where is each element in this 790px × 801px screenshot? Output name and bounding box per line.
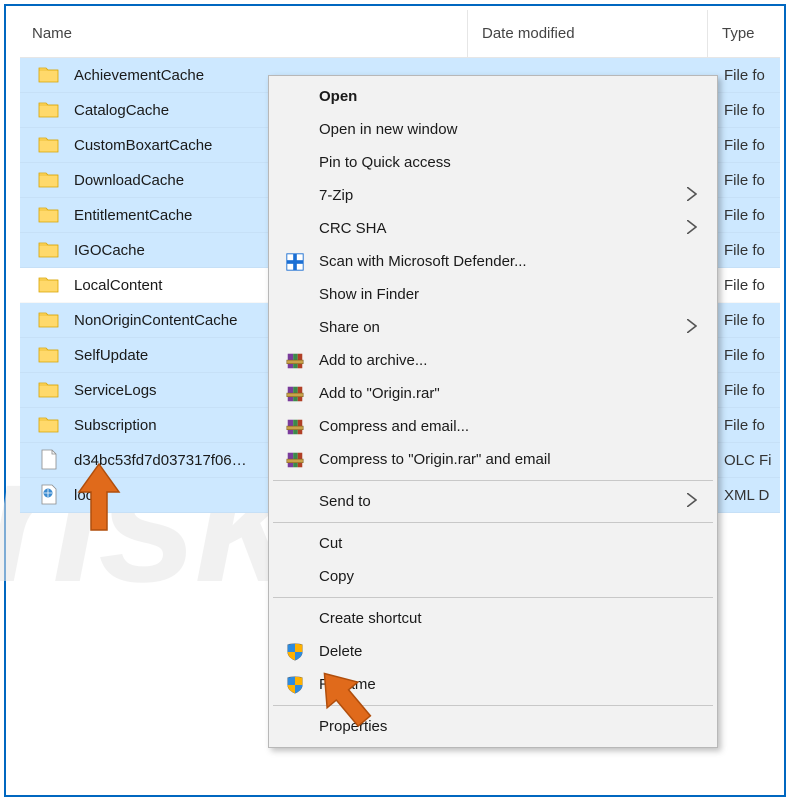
menu-item-label: 7-Zip bbox=[319, 187, 715, 204]
blank-icon bbox=[283, 715, 307, 739]
file-type: File fo bbox=[710, 242, 780, 259]
menu-item-label: Create shortcut bbox=[319, 610, 715, 627]
folder-icon bbox=[38, 64, 60, 86]
folder-icon bbox=[38, 309, 60, 331]
menu-item[interactable]: 7-Zip bbox=[271, 179, 715, 212]
folder-icon bbox=[38, 134, 60, 156]
column-header-row: Name Date modified Type bbox=[20, 10, 780, 58]
file-type: File fo bbox=[710, 102, 780, 119]
file-type: File fo bbox=[710, 207, 780, 224]
menu-item[interactable]: Delete bbox=[271, 635, 715, 668]
blank-icon bbox=[283, 565, 307, 589]
xml-icon bbox=[38, 484, 60, 506]
file-type: File fo bbox=[710, 172, 780, 189]
blank-icon bbox=[283, 217, 307, 241]
menu-item[interactable]: Pin to Quick access bbox=[271, 146, 715, 179]
menu-item[interactable]: Send to bbox=[271, 485, 715, 518]
folder-icon bbox=[38, 204, 60, 226]
file-type: File fo bbox=[710, 277, 780, 294]
menu-item[interactable]: Share on bbox=[271, 311, 715, 344]
chevron-right-icon bbox=[687, 319, 697, 337]
menu-item[interactable]: Compress to "Origin.rar" and email bbox=[271, 443, 715, 476]
menu-item[interactable]: Compress and email... bbox=[271, 410, 715, 443]
blank-icon bbox=[283, 184, 307, 208]
winrar-icon bbox=[283, 415, 307, 439]
menu-item-label: Add to archive... bbox=[319, 352, 715, 369]
folder-icon bbox=[38, 99, 60, 121]
shield-blue-icon bbox=[283, 250, 307, 274]
blank-icon bbox=[283, 607, 307, 631]
file-type: XML D bbox=[710, 487, 780, 504]
menu-item[interactable]: Scan with Microsoft Defender... bbox=[271, 245, 715, 278]
blank-icon bbox=[283, 85, 307, 109]
menu-separator bbox=[273, 705, 713, 706]
blank-icon bbox=[283, 316, 307, 340]
folder-icon bbox=[38, 239, 60, 261]
menu-separator bbox=[273, 597, 713, 598]
menu-item-label: Cut bbox=[319, 535, 715, 552]
file-type: File fo bbox=[710, 137, 780, 154]
menu-item-label: Rename bbox=[319, 676, 715, 693]
chevron-right-icon bbox=[687, 187, 697, 205]
blank-icon bbox=[283, 118, 307, 142]
column-header-name[interactable]: Name bbox=[20, 10, 468, 57]
file-type: File fo bbox=[710, 312, 780, 329]
file-icon bbox=[38, 449, 60, 471]
menu-item-label: Open bbox=[319, 88, 715, 105]
winrar-icon bbox=[283, 382, 307, 406]
menu-item[interactable]: Add to "Origin.rar" bbox=[271, 377, 715, 410]
blank-icon bbox=[283, 490, 307, 514]
menu-item-label: Share on bbox=[319, 319, 715, 336]
menu-item-label: Add to "Origin.rar" bbox=[319, 385, 715, 402]
winrar-icon bbox=[283, 448, 307, 472]
menu-separator bbox=[273, 522, 713, 523]
menu-item-label: CRC SHA bbox=[319, 220, 715, 237]
folder-icon bbox=[38, 414, 60, 436]
menu-item[interactable]: Create shortcut bbox=[271, 602, 715, 635]
menu-item[interactable]: Show in Finder bbox=[271, 278, 715, 311]
folder-icon bbox=[38, 344, 60, 366]
menu-item-label: Scan with Microsoft Defender... bbox=[319, 253, 715, 270]
menu-item[interactable]: Copy bbox=[271, 560, 715, 593]
menu-item-label: Compress and email... bbox=[319, 418, 715, 435]
blank-icon bbox=[283, 151, 307, 175]
context-menu: Open Open in new window Pin to Quick acces… bbox=[268, 75, 718, 748]
menu-separator bbox=[273, 480, 713, 481]
file-type: File fo bbox=[710, 417, 780, 434]
file-type: OLC Fi bbox=[710, 452, 780, 469]
folder-icon bbox=[38, 379, 60, 401]
column-header-type[interactable]: Type bbox=[708, 10, 780, 57]
menu-item-label: Copy bbox=[319, 568, 715, 585]
file-type: File fo bbox=[710, 347, 780, 364]
menu-item[interactable]: CRC SHA bbox=[271, 212, 715, 245]
blank-icon bbox=[283, 532, 307, 556]
menu-item[interactable]: Rename bbox=[271, 668, 715, 701]
menu-item[interactable]: Cut bbox=[271, 527, 715, 560]
menu-item[interactable]: Open bbox=[271, 80, 715, 113]
column-header-date[interactable]: Date modified bbox=[468, 10, 708, 57]
folder-icon bbox=[38, 169, 60, 191]
menu-item[interactable]: Properties bbox=[271, 710, 715, 743]
menu-item-label: Send to bbox=[319, 493, 715, 510]
file-type: File fo bbox=[710, 67, 780, 84]
menu-item-label: Delete bbox=[319, 643, 715, 660]
menu-item[interactable]: Open in new window bbox=[271, 113, 715, 146]
menu-item-label: Properties bbox=[319, 718, 715, 735]
chevron-right-icon bbox=[687, 493, 697, 511]
winrar-icon bbox=[283, 349, 307, 373]
blank-icon bbox=[283, 283, 307, 307]
menu-item-label: Open in new window bbox=[319, 121, 715, 138]
chevron-right-icon bbox=[687, 220, 697, 238]
shield-uac-icon bbox=[283, 673, 307, 697]
shield-uac-icon bbox=[283, 640, 307, 664]
menu-item[interactable]: Add to archive... bbox=[271, 344, 715, 377]
menu-item-label: Pin to Quick access bbox=[319, 154, 715, 171]
menu-item-label: Show in Finder bbox=[319, 286, 715, 303]
file-type: File fo bbox=[710, 382, 780, 399]
menu-item-label: Compress to "Origin.rar" and email bbox=[319, 451, 715, 468]
folder-icon bbox=[38, 274, 60, 296]
